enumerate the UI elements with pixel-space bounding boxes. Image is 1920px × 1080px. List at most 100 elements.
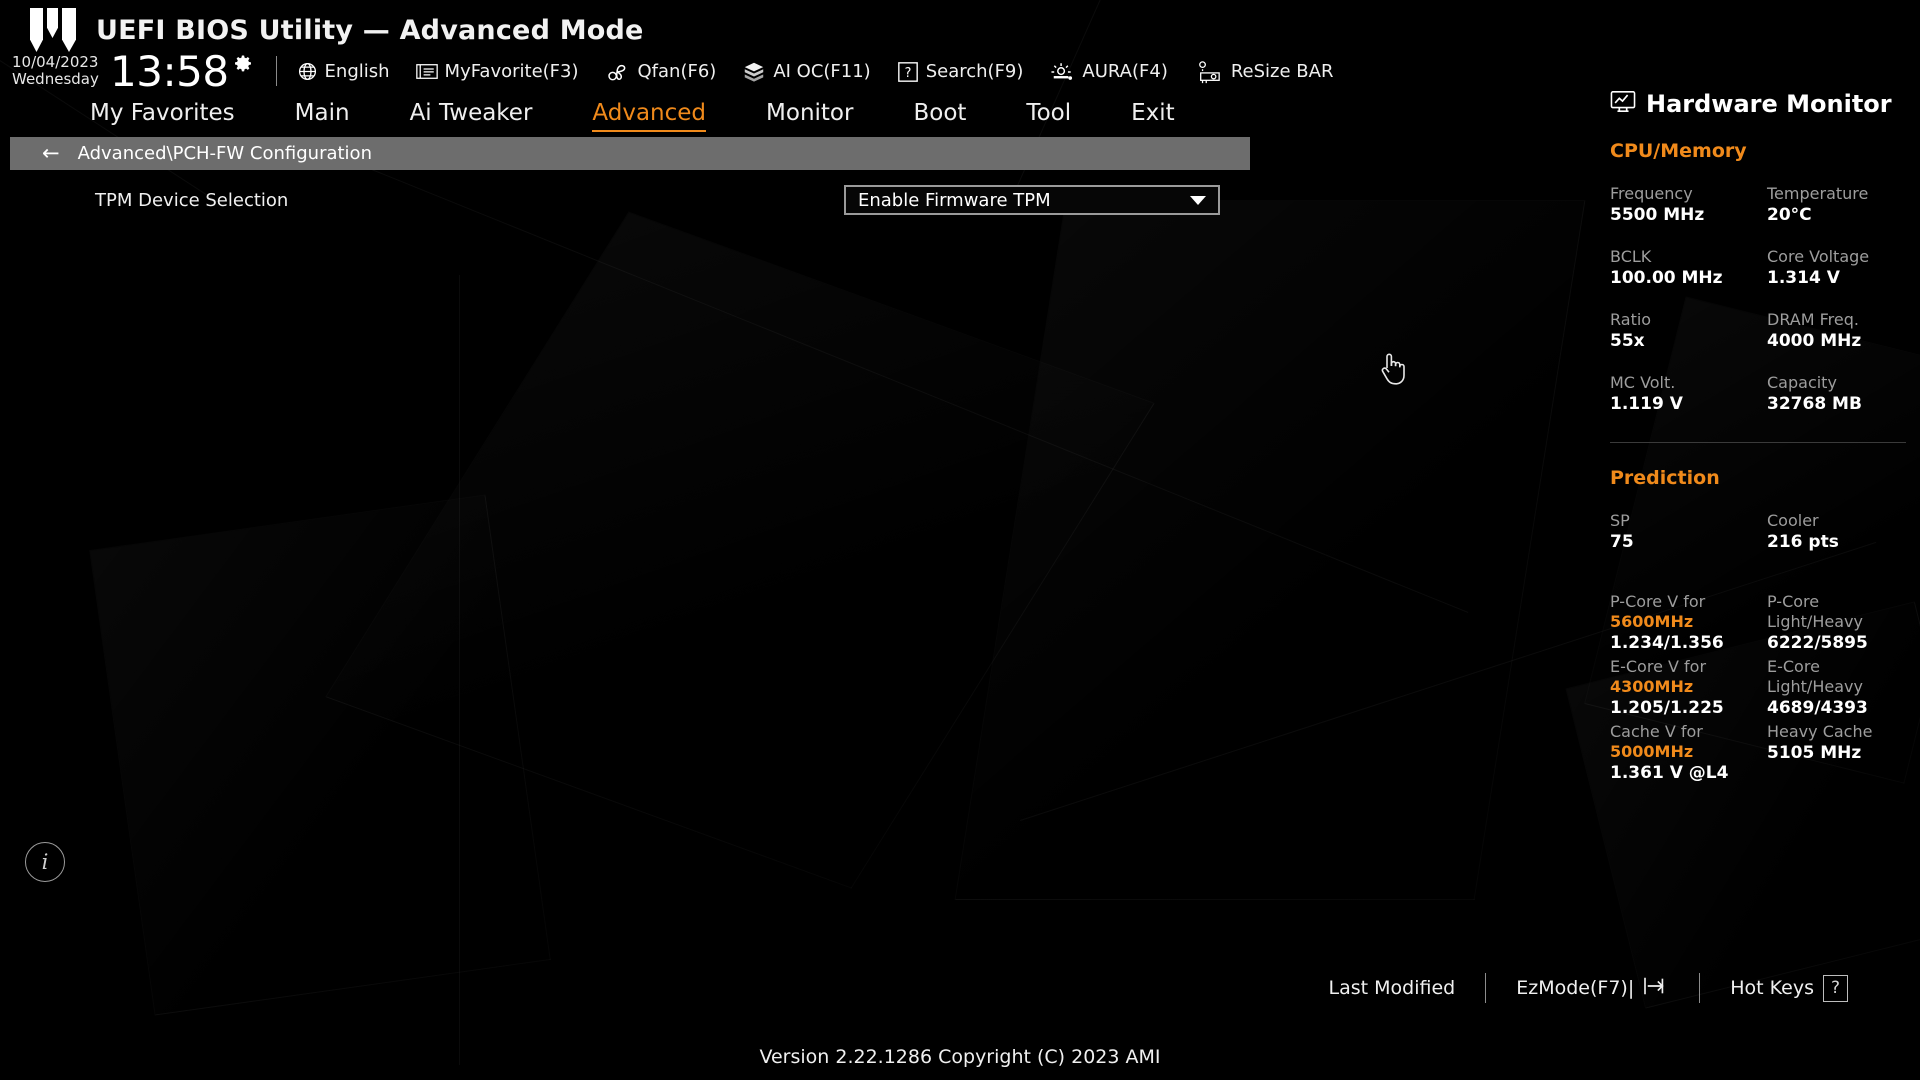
question-box-icon: ? [1823, 974, 1848, 1002]
hw-value: 216 pts [1767, 531, 1839, 552]
tpm-device-selection-dropdown[interactable]: Enable Firmware TPM [844, 185, 1220, 215]
hw-key: Cache V for 5000MHz [1610, 721, 1703, 761]
header-subbar: 10/04/2023 Wednesday 13:58 English MyFav… [12, 51, 1334, 93]
prediction-grid: SP 75 Cooler 216 pts [1610, 511, 1920, 574]
weekday-value: Wednesday [12, 70, 99, 89]
hw-value: 5105 MHz [1767, 742, 1862, 763]
tab-my-favorites[interactable]: My Favorites [60, 100, 265, 126]
tool-language[interactable]: English [297, 61, 390, 82]
tab-monitor[interactable]: Monitor [736, 100, 883, 126]
setting-label: TPM Device Selection [95, 189, 289, 211]
hw-value: 1.314 V [1767, 267, 1840, 288]
hw-value: 6222/5895 [1767, 632, 1868, 653]
hw-item-dram-freq: DRAM Freq. 4000 MHz [1767, 310, 1920, 353]
tab-main[interactable]: Main [265, 100, 380, 126]
hardware-monitor-panel: Hardware Monitor CPU/Memory Frequency 55… [1594, 90, 1920, 965]
hw-item-pcore-light-heavy: P-Core Light/Heavy 6222/5895 [1767, 592, 1920, 655]
hw-item-core-voltage: Core Voltage 1.314 V [1767, 247, 1920, 290]
hw-key: DRAM Freq. [1767, 309, 1859, 329]
tab-tool[interactable]: Tool [996, 100, 1101, 126]
hw-value: 4000 MHz [1767, 330, 1862, 351]
hw-item-mc-volt: MC Volt. 1.119 V [1610, 373, 1767, 416]
tool-ai-oc[interactable]: AI OC(F11) [742, 61, 871, 83]
section-title-prediction: Prediction [1610, 466, 1720, 489]
breadcrumb[interactable]: ← Advanced\PCH-FW Configuration [10, 137, 1250, 170]
hw-item-bclk: BCLK 100.00 MHz [1610, 247, 1767, 290]
hw-key: E-Core V for 4300MHz [1610, 656, 1707, 696]
hw-value: 55x [1610, 330, 1645, 351]
chevron-down-icon [1190, 195, 1206, 205]
hw-item-capacity: Capacity 32768 MB [1767, 373, 1920, 416]
tab-ai-tweaker[interactable]: Ai Tweaker [380, 100, 563, 126]
question-box-icon: ? [897, 61, 919, 83]
brand: UEFI BIOS Utility — Advanced Mode [30, 8, 644, 52]
tool-resize-bar[interactable]: ReSize BAR [1194, 60, 1334, 84]
hw-key: MC Volt. [1610, 372, 1676, 392]
hw-value: 4689/4393 [1767, 697, 1868, 718]
tab-advanced[interactable]: Advanced [562, 100, 736, 132]
section-title-cpu-memory: CPU/Memory [1610, 140, 1747, 162]
tuf-gaming-logo-icon [30, 8, 78, 52]
setting-row-tpm-device-selection: TPM Device Selection Enable Firmware TPM [0, 180, 1280, 220]
hw-key: E-Core Light/Heavy [1767, 656, 1863, 696]
tool-myfavorite[interactable]: MyFavorite(F3) [415, 61, 579, 82]
hw-item-pcore-v: P-Core V for 5600MHz 1.234/1.356 [1610, 592, 1767, 655]
ezmode-button[interactable]: EzMode(F7)| [1486, 975, 1699, 1002]
tool-aura[interactable]: AURA(F4) [1049, 61, 1168, 83]
version-text: Version 2.22.1286 Copyright (C) 2023 AMI [759, 1046, 1161, 1068]
hw-value: 1.119 V [1610, 393, 1683, 414]
brain-icon [742, 61, 766, 83]
hw-key: Frequency [1610, 184, 1693, 203]
settings-list: TPM Device Selection Enable Firmware TPM [0, 180, 1280, 220]
header-tools: English MyFavorite(F3) Qfan(F6) AI OC(F1… [297, 60, 1334, 92]
date-display: 10/04/2023 Wednesday [12, 54, 108, 92]
globe-icon [297, 61, 318, 82]
main-navigation: My Favorites Main Ai Tweaker Advanced Mo… [0, 90, 1610, 135]
bios-screen: UEFI BIOS Utility — Advanced Mode 10/04/… [0, 0, 1920, 1080]
tab-exit[interactable]: Exit [1101, 100, 1205, 126]
hw-value: 75 [1610, 531, 1634, 552]
hw-item-ratio: Ratio 55x [1610, 310, 1767, 353]
monitor-chart-icon [1610, 90, 1636, 118]
info-icon[interactable]: i [25, 842, 65, 882]
header-divider [275, 55, 277, 86]
hw-item-ecore-light-heavy: E-Core Light/Heavy 4689/4393 [1767, 657, 1920, 720]
gear-icon[interactable] [232, 54, 254, 80]
hw-value: 20°C [1767, 205, 1812, 225]
back-arrow-icon[interactable]: ← [42, 143, 60, 164]
hw-key: Cooler [1767, 510, 1819, 530]
hw-key: Core Voltage [1767, 246, 1870, 266]
date-value: 10/04/2023 [12, 53, 99, 72]
tool-qfan[interactable]: Qfan(F6) [605, 61, 717, 83]
hardware-monitor-title: Hardware Monitor [1646, 90, 1892, 118]
aura-light-icon [1049, 61, 1075, 83]
tool-search[interactable]: ? Search(F9) [897, 61, 1023, 83]
fan-icon [605, 61, 631, 83]
favorites-list-icon [415, 62, 438, 81]
tool-label: English [324, 61, 390, 83]
hotkeys-button[interactable]: Hot Keys ? [1700, 974, 1878, 1002]
hw-key: Capacity [1767, 372, 1837, 392]
hw-key-highlight: 5000MHz [1610, 741, 1694, 761]
hw-value: 1.234/1.356 [1610, 632, 1724, 653]
gpu-card-icon [1194, 60, 1224, 84]
hw-value: 100.00 MHz [1610, 267, 1723, 288]
hw-key: SP [1610, 510, 1630, 530]
hw-item-cooler: Cooler 216 pts [1767, 511, 1920, 554]
hw-item-cache-v: Cache V for 5000MHz 1.361 V @L4 [1610, 722, 1767, 785]
section-divider [1610, 441, 1906, 443]
hw-key: P-Core Light/Heavy [1767, 591, 1863, 631]
hw-key: BCLK [1610, 246, 1652, 266]
hw-key-highlight: 5600MHz [1610, 611, 1694, 631]
hw-value: 1.205/1.225 [1610, 697, 1724, 718]
hw-value: 32768 MB [1767, 393, 1862, 414]
tool-label: ReSize BAR [1230, 61, 1334, 83]
ezmode-label: EzMode(F7)| [1516, 977, 1635, 999]
hw-key: P-Core V for 5600MHz [1610, 591, 1706, 631]
hw-key: Temperature [1767, 184, 1869, 203]
last-modified-button[interactable]: Last Modified [1299, 977, 1486, 999]
breadcrumb-path: Advanced\PCH-FW Configuration [77, 143, 372, 164]
tool-label: Qfan(F6) [637, 61, 717, 83]
hw-item-sp: SP 75 [1610, 511, 1767, 554]
tab-boot[interactable]: Boot [883, 100, 996, 126]
